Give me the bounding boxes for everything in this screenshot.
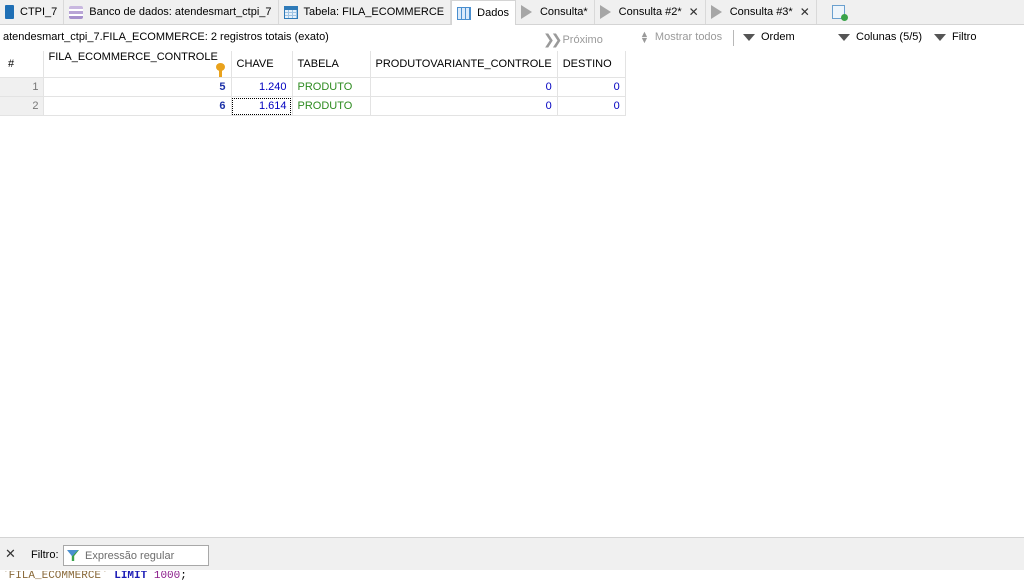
sql-limit-value: 1000	[153, 571, 181, 581]
play-icon	[710, 5, 722, 19]
column-header-destino[interactable]: DESTINO	[557, 51, 626, 78]
funnel-icon	[67, 550, 79, 561]
next-button[interactable]: ❯❯ Próximo	[543, 31, 603, 48]
cell-tabela[interactable]: PRODUTO	[292, 96, 371, 116]
column-header-chave[interactable]: CHAVE	[231, 51, 293, 78]
cell-produtovariante-controle[interactable]: 0	[370, 96, 558, 116]
filter-bar: ✕ Filtro:	[0, 537, 1024, 570]
server-icon	[5, 5, 14, 19]
toolbar-divider	[733, 30, 734, 46]
tab-server[interactable]: CTPI_7	[0, 0, 65, 24]
columns-button[interactable]: Colunas (5/5)	[838, 31, 922, 43]
row-number[interactable]: 1	[0, 77, 44, 97]
data-grid-icon	[457, 6, 472, 20]
triangle-down-icon	[838, 33, 850, 41]
sql-table-name: `FILA_ECOMMERCE`	[2, 571, 108, 581]
tab-database[interactable]: Banco de dados: atendesmart_ctpi_7	[64, 0, 279, 24]
table-row[interactable]: 1 5 1.240 PRODUTO 0 0	[0, 77, 626, 97]
database-icon	[69, 5, 84, 19]
cell-fila-ecommerce-controle[interactable]: 5	[43, 77, 232, 97]
cell-produtovariante-controle[interactable]: 0	[370, 77, 558, 97]
column-header-fila-ecommerce-controle[interactable]: FILA_ECOMMERCE_CONTROLE	[43, 51, 232, 78]
sql-limit-keyword: LIMIT	[114, 571, 148, 581]
tab-label: Dados	[477, 7, 509, 19]
tab-label: CTPI_7	[20, 6, 58, 18]
column-header-tabela[interactable]: TABELA	[292, 51, 371, 78]
tab-label: Consulta #2*	[618, 6, 682, 18]
new-query-icon	[831, 5, 848, 21]
columns-label: Colunas (5/5)	[856, 31, 923, 43]
triangle-down-icon	[934, 33, 946, 41]
close-icon[interactable]: ✕	[800, 5, 810, 19]
next-label: Próximo	[562, 33, 603, 46]
new-query-tab-button[interactable]	[817, 0, 857, 24]
cell-destino[interactable]: 0	[557, 96, 626, 116]
show-all-button[interactable]: ▲ ▼ Mostrar todos	[640, 29, 723, 45]
tab-query-3[interactable]: Consulta #3* ✕	[706, 0, 817, 24]
sql-log-line: `FILA_ECOMMERCE` LIMIT 1000;	[0, 571, 1024, 581]
primary-key-icon	[215, 63, 225, 77]
column-header-rownum[interactable]: #	[0, 51, 44, 78]
filter-regex-input[interactable]	[85, 549, 205, 562]
tab-label: Consulta #3*	[729, 6, 793, 18]
data-toolbar: atendesmart_ctpi_7.FILA_ECOMMERCE: 2 reg…	[0, 27, 1024, 49]
cell-fila-ecommerce-controle[interactable]: 6	[43, 96, 232, 116]
order-label: Ordem	[761, 31, 795, 43]
filter-label: Filtro	[952, 31, 977, 43]
cell-chave[interactable]: 1.240	[231, 77, 293, 97]
order-button[interactable]: Ordem	[743, 31, 795, 43]
sql-terminator: ;	[180, 571, 187, 581]
row-number[interactable]: 2	[0, 96, 44, 116]
tab-query-2[interactable]: Consulta #2* ✕	[595, 0, 706, 24]
header-row: # FILA_ECOMMERCE_CONTROLE CHAVE TABELA P…	[0, 51, 626, 78]
record-count-title: atendesmart_ctpi_7.FILA_ECOMMERCE: 2 reg…	[3, 31, 329, 43]
tab-bar: CTPI_7 Banco de dados: atendesmart_ctpi_…	[0, 0, 1024, 25]
cell-chave-selected[interactable]: 1.614	[231, 96, 293, 116]
tab-data[interactable]: Dados	[451, 0, 516, 25]
tab-query-1[interactable]: Consulta*	[516, 0, 595, 24]
show-all-label: Mostrar todos	[654, 31, 723, 43]
play-icon	[599, 5, 611, 19]
double-chevron-right-icon: ❯❯	[543, 31, 563, 47]
table-row[interactable]: 2 6 1.614 PRODUTO 0 0	[0, 96, 626, 116]
close-icon[interactable]: ✕	[689, 5, 699, 19]
up-down-icon: ▲ ▼	[640, 29, 649, 45]
triangle-down-icon	[743, 33, 755, 41]
filter-input-box[interactable]	[63, 545, 209, 566]
filter-bar-label: Filtro:	[31, 549, 59, 561]
column-header-produtovariante-controle[interactable]: PRODUTOVARIANTE_CONTROLE	[370, 51, 558, 78]
close-filter-icon[interactable]: ✕	[5, 546, 16, 562]
table-icon	[283, 5, 298, 19]
tab-label: Tabela: FILA_ECOMMERCE	[303, 6, 445, 18]
column-header-label: FILA_ECOMMERCE_CONTROLE	[48, 51, 218, 63]
data-grid: # FILA_ECOMMERCE_CONTROLE CHAVE TABELA P…	[0, 51, 626, 116]
tab-table[interactable]: Tabela: FILA_ECOMMERCE	[279, 0, 452, 24]
cell-tabela[interactable]: PRODUTO	[292, 77, 371, 97]
tab-label: Banco de dados: atendesmart_ctpi_7	[89, 6, 272, 18]
play-icon	[520, 5, 532, 19]
filter-button[interactable]: Filtro	[934, 31, 976, 43]
cell-destino[interactable]: 0	[557, 77, 626, 97]
tab-label: Consulta*	[539, 6, 588, 18]
